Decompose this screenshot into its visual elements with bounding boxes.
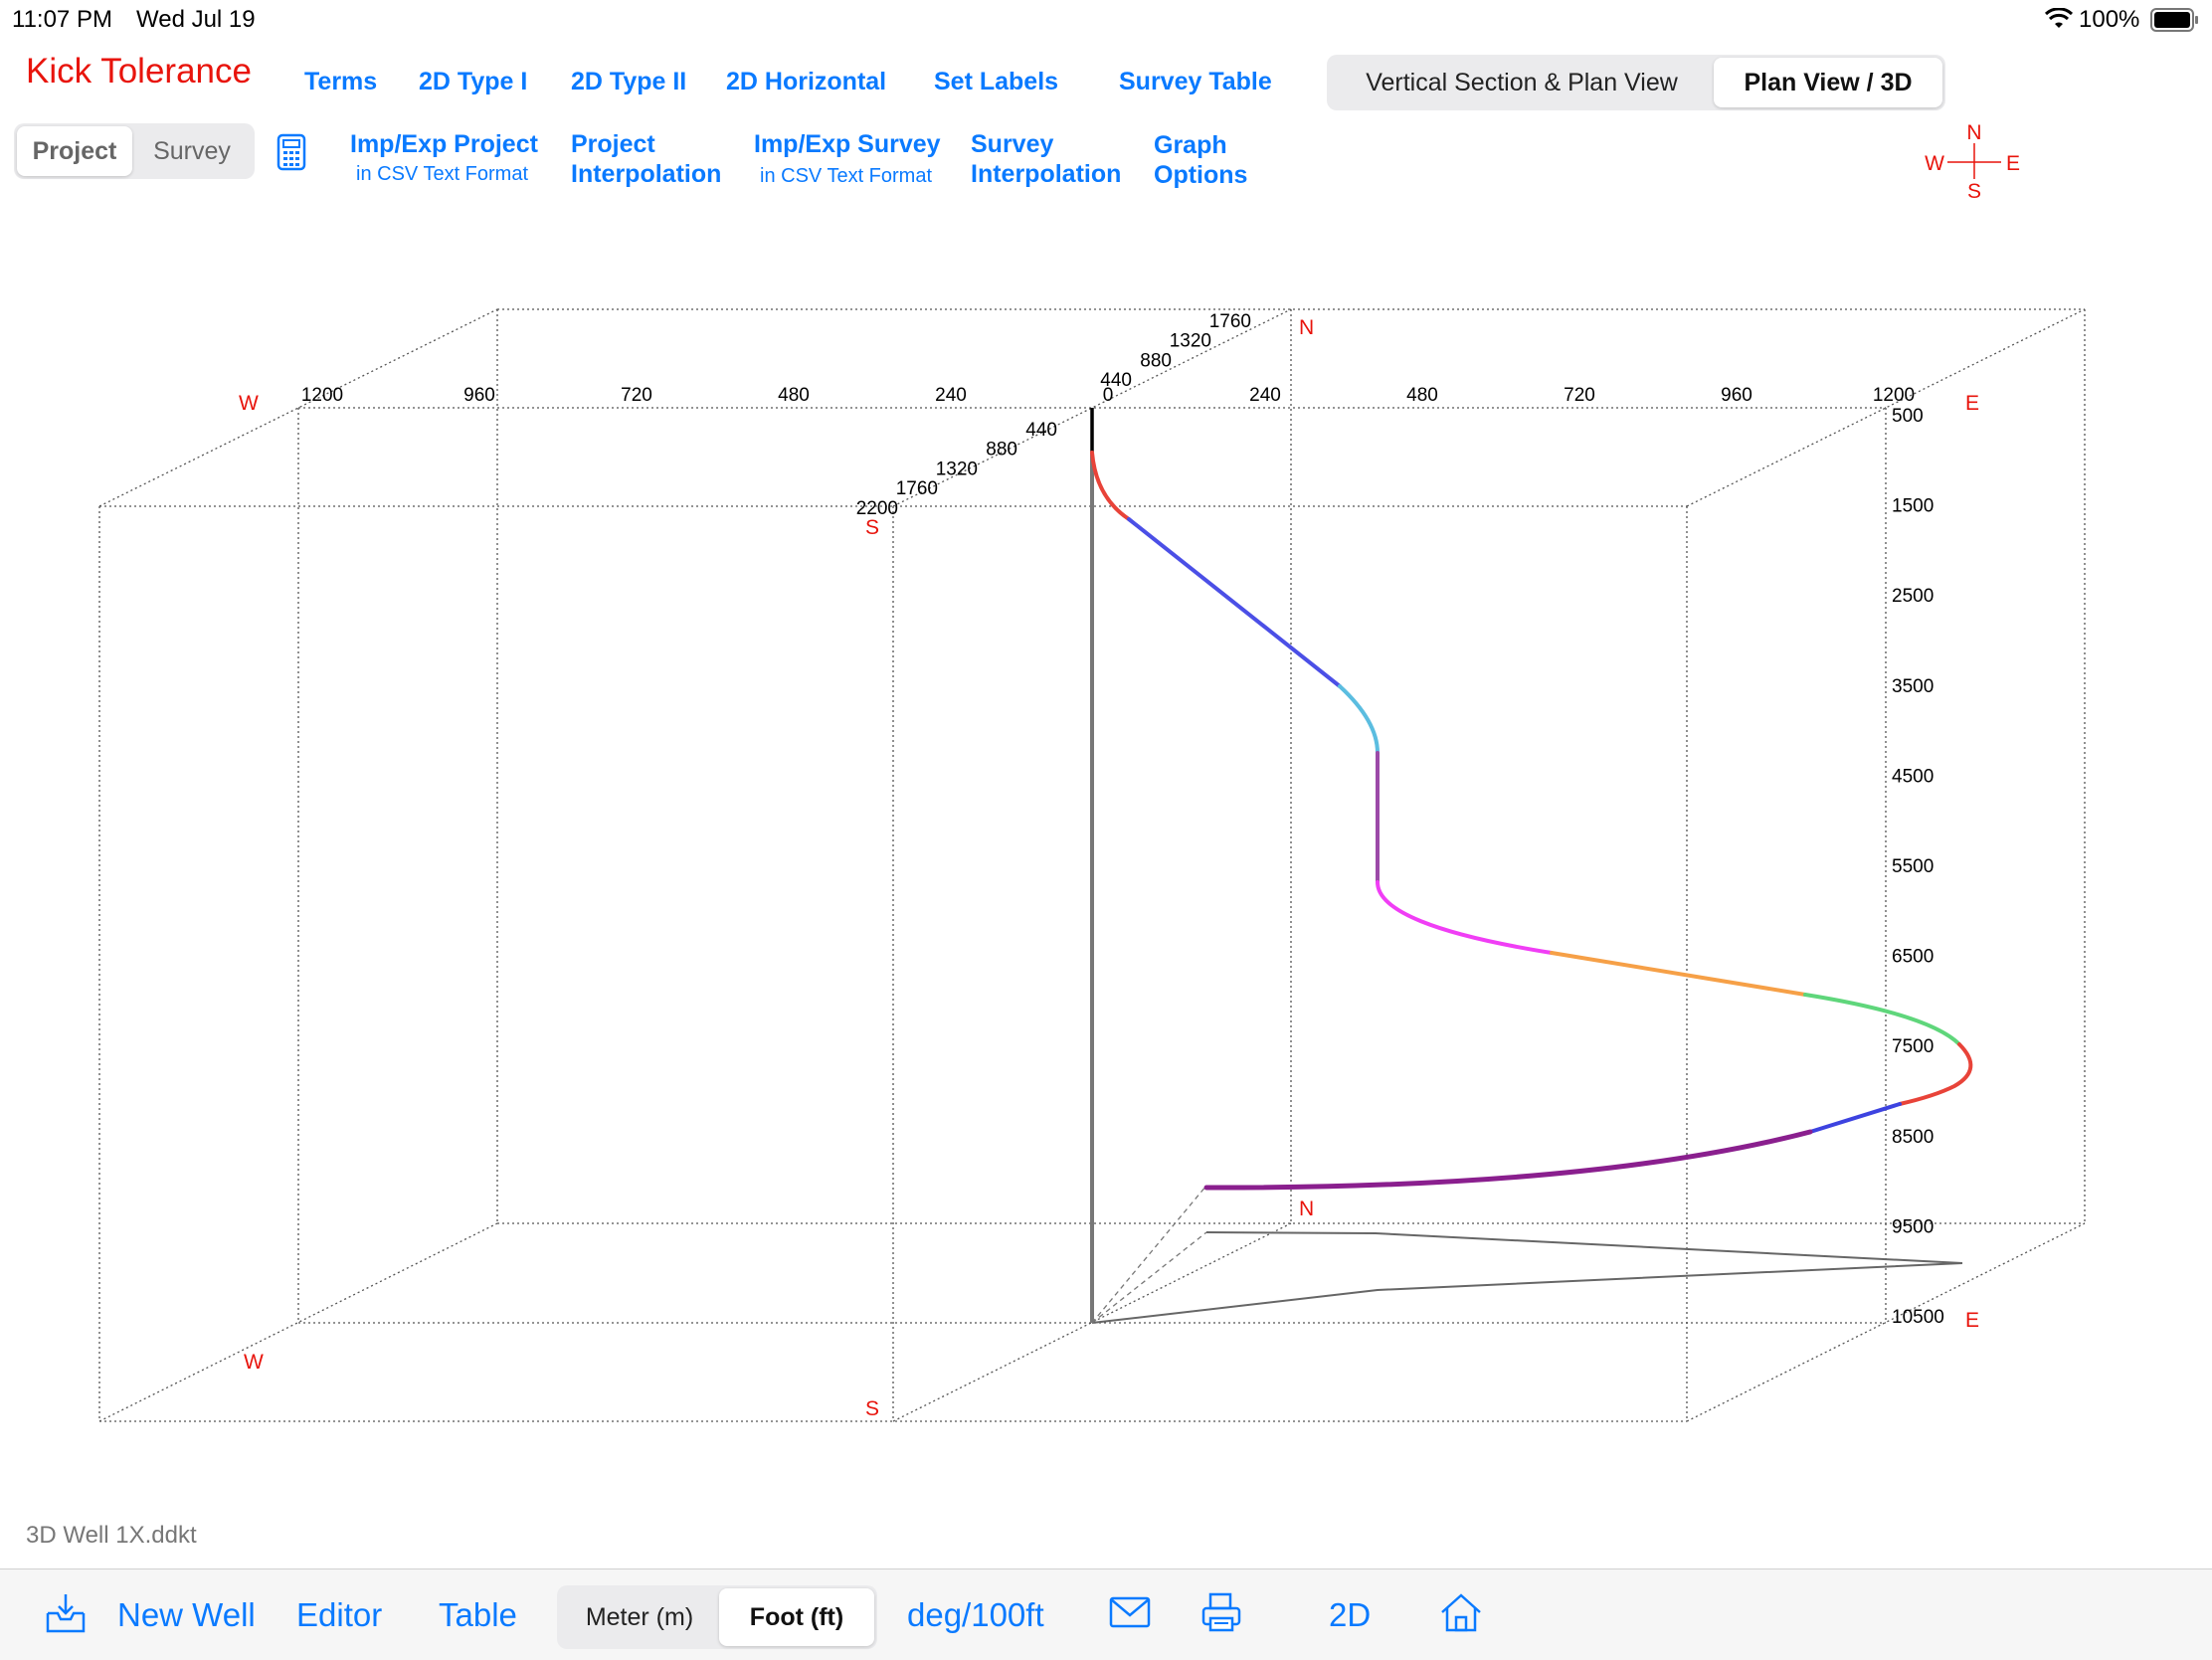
dir-label-s-bottom: S — [865, 1397, 879, 1420]
well-segment-5 — [1376, 880, 1554, 955]
ew-tick-label: 240 — [935, 385, 967, 406]
dir-label-w-top: W — [239, 392, 259, 415]
ew-tick-label: 960 — [463, 385, 495, 406]
ns-tick-label-south: 440 — [1025, 420, 1057, 441]
ew-tick-label: 720 — [621, 385, 652, 406]
depth-tick-labels: 500 1500 2500 3500 4500 5500 6500 7500 8500 9500 1… — [1892, 406, 1944, 1328]
ew-tick-label: 480 — [778, 385, 810, 406]
well-path — [1090, 451, 1973, 1191]
depth-tick-label: 2500 — [1892, 586, 1934, 607]
ew-tick-label: 480 — [1406, 385, 1438, 406]
well-segment-10 — [1203, 1129, 1813, 1191]
direction-labels: W E N S W E N S — [239, 316, 1979, 1420]
editor-button[interactable]: Editor — [296, 1596, 382, 1634]
depth-tick-label: 3500 — [1892, 676, 1934, 697]
ns-tick-label-north: 880 — [1140, 350, 1172, 371]
ns-tick-label-north: 440 — [1100, 370, 1132, 391]
unit-meter-option[interactable]: Meter (m) — [560, 1588, 719, 1646]
printer-icon[interactable] — [1200, 1591, 1242, 1638]
well-segment-9 — [1808, 1102, 1902, 1134]
unit-foot-option[interactable]: Foot (ft) — [719, 1588, 874, 1646]
dogleg-unit-button[interactable]: deg/100ft — [907, 1596, 1044, 1634]
ew-tick-label: 1200 — [301, 385, 343, 406]
mode-2d-button[interactable]: 2D — [1329, 1596, 1371, 1634]
well-segment-2 — [1127, 517, 1342, 688]
dir-label-w-bottom: W — [244, 1351, 264, 1374]
depth-tick-label: 6500 — [1892, 947, 1934, 968]
ns-tick-label-south: 1320 — [936, 459, 978, 479]
dir-label-e-top: E — [1965, 392, 1979, 415]
ew-tick-label: 720 — [1564, 385, 1595, 406]
depth-tick-label: 10500 — [1892, 1307, 1944, 1328]
floor-projection-dashed-b — [1091, 1185, 1207, 1324]
dir-label-n-top: N — [1299, 316, 1314, 339]
ew-tick-label: 1200 — [1873, 385, 1915, 406]
ns-tick-labels: 44088013201760440880132017602200 — [856, 311, 1251, 519]
units-segmented-control: Meter (m) Foot (ft) — [557, 1585, 877, 1649]
mail-icon[interactable] — [1109, 1596, 1151, 1633]
table-button[interactable]: Table — [439, 1596, 517, 1634]
well-3d-plot: 1200 960 720 480 240 0 240 480 720 960 1200 440880… — [98, 308, 2086, 1422]
depth-tick-label: 8500 — [1892, 1127, 1934, 1148]
dir-label-e-bottom: E — [1965, 1309, 1979, 1332]
ns-tick-label-south: 1760 — [896, 478, 938, 499]
depth-tick-label: 1500 — [1892, 496, 1934, 517]
home-icon[interactable] — [1439, 1591, 1483, 1638]
depth-tick-label: 7500 — [1892, 1036, 1934, 1057]
ns-tick-label-north: 1760 — [1209, 311, 1251, 332]
well-segment-6 — [1550, 951, 1807, 997]
well-segment-7 — [1803, 993, 1961, 1046]
well-segment-3 — [1338, 684, 1380, 755]
ns-tick-label-south: 880 — [986, 440, 1017, 461]
ew-tick-label: 960 — [1721, 385, 1752, 406]
dir-label-s-top: S — [865, 516, 879, 539]
depth-tick-label: 5500 — [1892, 856, 1934, 877]
inbox-tray-icon[interactable] — [44, 1591, 88, 1640]
floor-projection-dashed-a — [1091, 1231, 1207, 1324]
well-segment-1 — [1090, 451, 1131, 521]
well-floor-projection — [1091, 1231, 1963, 1324]
ns-tick-label-north: 1320 — [1170, 331, 1211, 352]
new-well-button[interactable]: New Well — [117, 1596, 256, 1634]
depth-tick-label: 500 — [1892, 406, 1924, 427]
ew-tick-label: 240 — [1249, 385, 1281, 406]
depth-tick-label: 4500 — [1892, 766, 1934, 787]
file-name: 3D Well 1X.ddkt — [26, 1522, 197, 1549]
depth-tick-label: 9500 — [1892, 1216, 1934, 1237]
dir-label-n-bottom: N — [1299, 1198, 1314, 1220]
